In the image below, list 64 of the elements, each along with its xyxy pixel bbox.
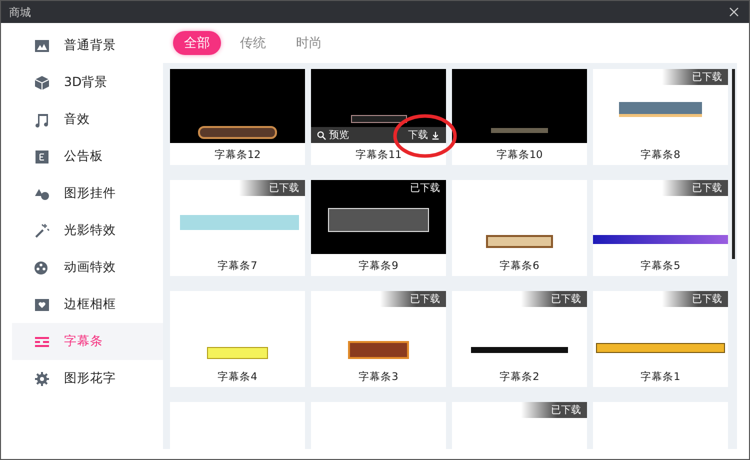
heart-frame-icon [34,296,50,312]
caption-bar-drawing [491,128,548,133]
filter-tab[interactable]: 全部 [173,31,221,55]
card-title: 字幕条12 [214,148,261,162]
caption-bar-drawing [486,235,553,248]
sidebar-item[interactable]: 普通背景 [12,27,163,64]
subtitle-card[interactable]: 已下载 字幕条1 [593,291,728,387]
sidebar-item[interactable]: 图形挂件 [12,175,163,212]
caption-bar-drawing [206,347,268,359]
card-title: 字幕条6 [500,259,540,273]
card-title: 字幕条3 [358,370,398,384]
board-icon [34,148,50,164]
subtitle-card[interactable]: 已下载 字幕条9 [311,180,446,276]
subtitle-card[interactable]: 已下载 字幕条3 [311,291,446,387]
caption-bar-drawing [350,115,406,123]
card-title: 字幕条1 [640,370,680,384]
downloaded-label: 已下载 [521,402,587,418]
download-button[interactable]: 下载 [408,128,440,142]
subtitle-card[interactable]: 字幕条6 [452,180,587,276]
magic-wand-icon [34,222,50,238]
subtitle-card[interactable]: 已下载 字幕条2 [452,291,587,387]
cube-icon [34,74,50,90]
caption-bar-drawing [348,341,409,359]
card-title: 字幕条8 [640,148,680,162]
sidebar-item[interactable]: 光影特效 [12,212,163,249]
download-icon [431,130,440,140]
sidebar-item[interactable]: 图形花字 [12,360,163,397]
preview-button[interactable]: 预览 [317,128,349,142]
subtitle-card[interactable]: 字幕条12 [170,69,305,165]
sidebar-item[interactable]: 音效 [12,101,163,138]
downloaded-label: 已下载 [521,291,587,307]
subtitle-card[interactable]: 字幕条10 [452,69,587,165]
filter-tab[interactable]: 时尚 [285,31,333,55]
card-title: 字幕条5 [640,259,680,273]
subtitle-card[interactable]: 已下载 字幕条8 [593,69,728,165]
downloaded-label: 已下载 [380,291,446,307]
window-title: 商城 [9,4,31,20]
sidebar-item[interactable]: 公告板 [12,138,163,175]
subtitle-card[interactable]: 字幕条4 [170,291,305,387]
card-title: 字幕条11 [355,148,402,162]
filter-tab[interactable]: 传统 [229,31,277,55]
card-title: 字幕条4 [218,370,258,384]
music-note-icon [34,112,50,128]
card-title: 字幕条10 [496,148,543,162]
downloaded-label: 已下载 [239,180,305,196]
search-icon [317,130,326,140]
card-title: 字幕条9 [358,259,398,273]
close-icon[interactable] [729,7,739,17]
card-title: 字幕条2 [500,370,540,384]
subtitle-card[interactable]: 已下载 字幕条5 [593,180,728,276]
downloaded-label: 已下载 [662,180,728,196]
downloaded-label: 已下载 [662,69,728,85]
gear-icon [34,370,50,386]
downloaded-label: 已下载 [662,291,728,307]
sidebar-item[interactable]: 边框相框 [12,286,163,323]
downloaded-label: 已下载 [409,182,441,196]
sidebar-item[interactable]: 动画特效 [12,249,163,286]
film-reel-icon [34,260,50,276]
scrollbar[interactable] [732,69,735,259]
subtitle-card[interactable]: 已下载 字幕条7 [170,180,305,276]
subtitle-card[interactable]: 已下载 [452,402,587,449]
picture-icon [34,38,50,54]
sidebar-item[interactable]: 3D背景 [12,64,163,101]
card-title: 字幕条7 [218,259,258,273]
